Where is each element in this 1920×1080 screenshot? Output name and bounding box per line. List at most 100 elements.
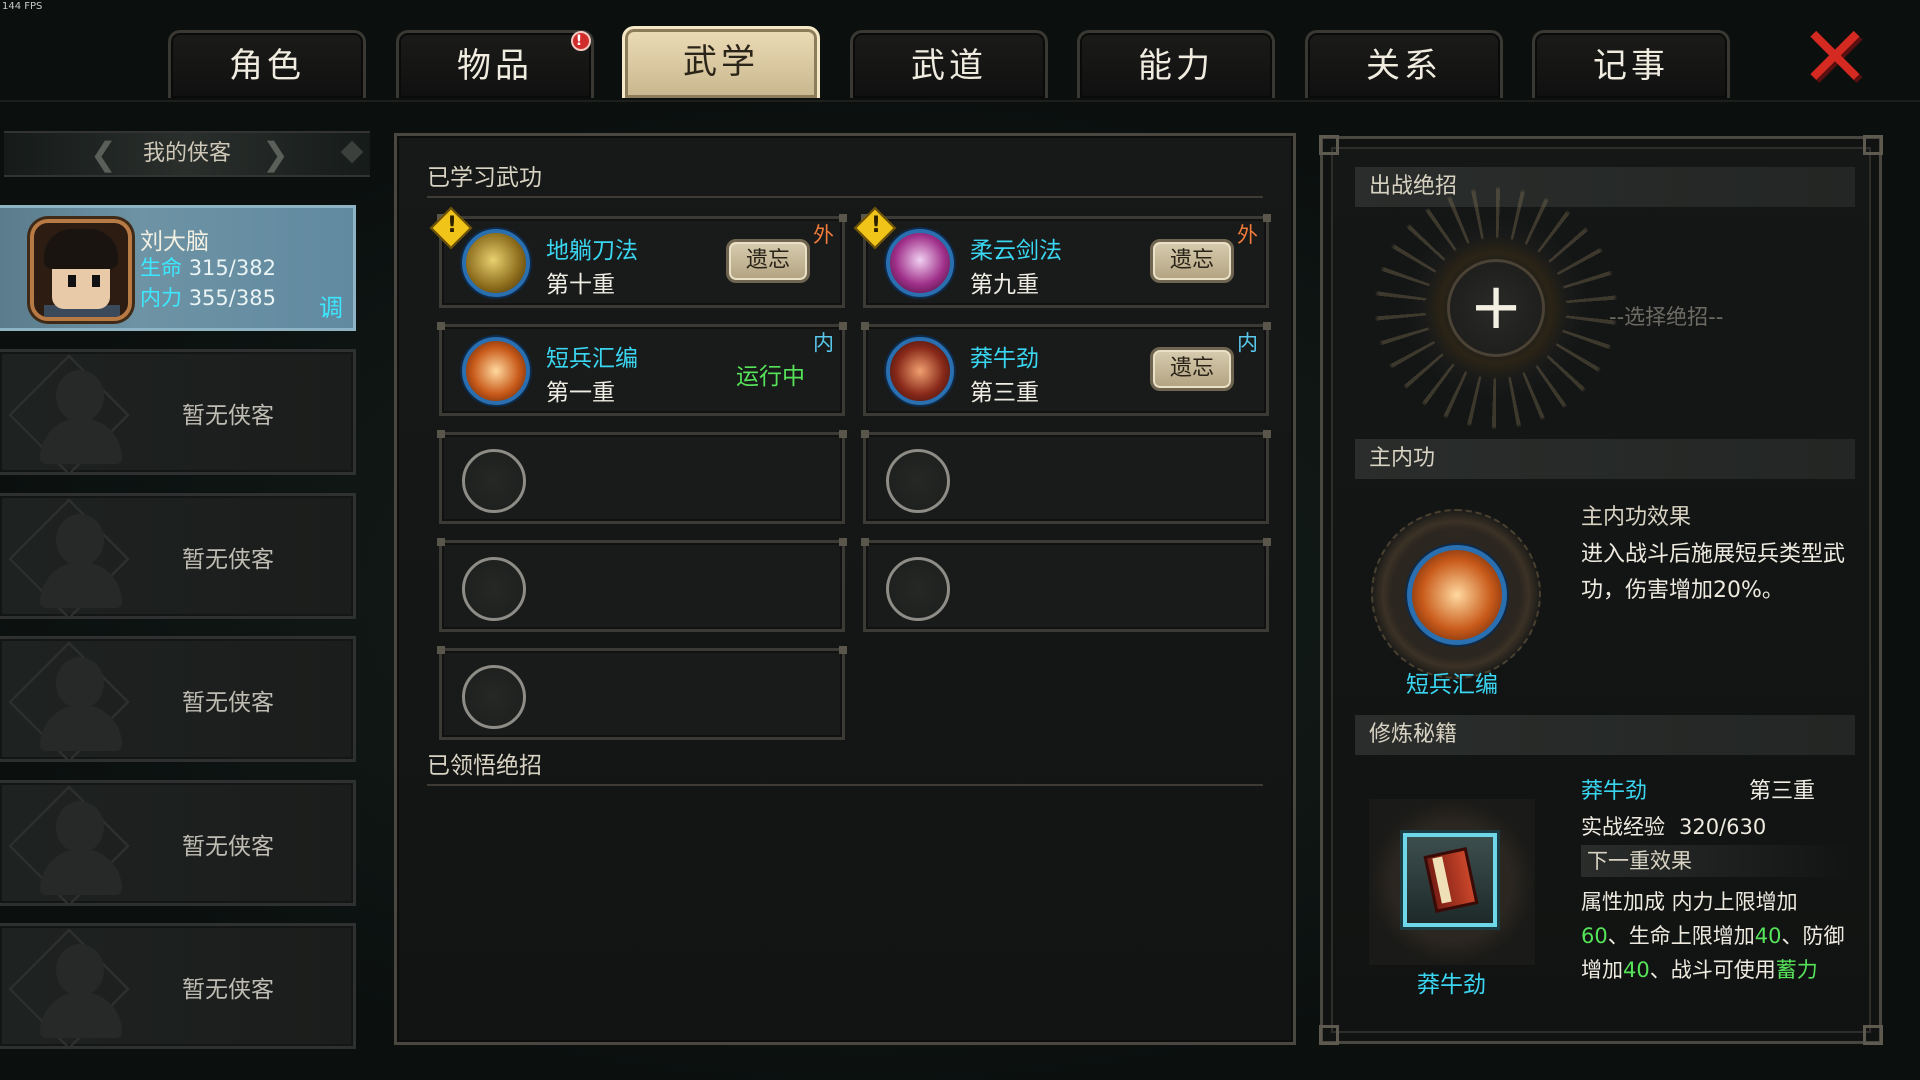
hero-tag: 调	[319, 294, 343, 322]
empty-skill-slot[interactable]	[437, 430, 847, 524]
skill-slot[interactable]: ! 地躺刀法 第十重 遗忘 外	[429, 206, 847, 308]
hero-portrait	[30, 219, 132, 321]
empty-slot-label: 暂无侠客	[182, 834, 274, 860]
tab-martial-path[interactable]: 武道	[850, 30, 1048, 98]
skill-name: 短兵汇编	[546, 346, 638, 372]
choose-ultimate-label[interactable]: --选择绝招--	[1609, 301, 1723, 331]
silhouette-icon	[56, 801, 104, 853]
effect-text: 属性加成 内力上限增加	[1581, 890, 1798, 914]
tab-divider	[0, 100, 1920, 102]
chevron-right-icon[interactable]: ❯	[262, 136, 289, 172]
next-level-effect: 属性加成 内力上限增加 60、生命上限增加40、防御增加40、战斗可使用蓄力	[1581, 885, 1857, 987]
empty-orb-icon	[462, 449, 526, 513]
learned-skills-panel: 已学习武功 ! 地躺刀法 第十重 遗忘 外 ! 柔云剑法 第九重 遗忘 外 短兵…	[394, 133, 1296, 1045]
skill-slot[interactable]: 短兵汇编 第一重 运行中 内	[437, 322, 847, 416]
plus-icon[interactable]: +	[1447, 259, 1545, 357]
tab-label: 能力	[1138, 46, 1214, 86]
forget-button[interactable]: 遗忘	[726, 239, 810, 283]
type-tag: 内	[1237, 331, 1258, 355]
type-tag: 内	[813, 331, 834, 355]
skill-slot[interactable]: ! 柔云剑法 第九重 遗忘 外	[853, 206, 1271, 308]
empty-slot-label: 暂无侠客	[182, 403, 274, 429]
mp-label: 内力	[140, 286, 182, 310]
empty-roster-slot[interactable]: 暂无侠客	[0, 780, 356, 907]
main-inner-header: 主内功	[1355, 439, 1855, 479]
ultimates-title: 已领悟绝招	[427, 753, 542, 779]
learned-title: 已学习武功	[427, 165, 542, 191]
detail-panel: 出战绝招 + --选择绝招-- 主内功 短兵汇编 主内功效果 进入战斗后施展短兵…	[1319, 135, 1883, 1045]
empty-skill-slot[interactable]	[437, 538, 847, 632]
hero-hp: 生命 315/382	[140, 252, 276, 282]
type-tag: 外	[813, 223, 834, 247]
ultimate-slot[interactable]: +	[1373, 185, 1619, 431]
skill-level: 第三重	[970, 380, 1039, 406]
skill-slot[interactable]: 莽牛劲 第三重 遗忘 内	[861, 322, 1271, 416]
skill-name: 柔云剑法	[970, 238, 1062, 264]
main-inner-emblem[interactable]	[1371, 509, 1541, 679]
close-icon[interactable]: ✕	[1796, 15, 1874, 99]
tab-items[interactable]: 物品!	[396, 30, 594, 98]
roster-header: ❮ 我的侠客 ❯	[4, 131, 370, 177]
next-level-header: 下一重效果	[1581, 845, 1855, 877]
effect-value: 蓄力	[1775, 958, 1818, 982]
bull-skill-icon	[886, 337, 954, 405]
tab-label: 记事	[1593, 46, 1669, 86]
notification-badge: !	[571, 31, 591, 51]
training-exp: 实战经验 320/630	[1581, 811, 1766, 841]
training-book-slot[interactable]	[1369, 799, 1535, 965]
empty-skill-slot[interactable]	[861, 430, 1271, 524]
effect-value: 40	[1754, 924, 1782, 948]
skill-name: 地躺刀法	[546, 238, 638, 264]
hero-card[interactable]: 刘大脑 生命 315/382 内力 355/385 调	[0, 205, 356, 331]
warning-mark: !	[871, 213, 882, 238]
effect-value: 60	[1581, 924, 1608, 948]
main-inner-name: 短兵汇编	[1406, 672, 1498, 698]
forget-button[interactable]: 遗忘	[1150, 239, 1234, 283]
empty-roster-slot[interactable]: 暂无侠客	[0, 923, 356, 1050]
hero-name: 刘大脑	[140, 229, 209, 255]
skill-level: 第九重	[970, 272, 1039, 298]
corner-ornament	[1863, 135, 1883, 155]
silhouette-icon	[56, 944, 104, 996]
silhouette-icon	[56, 514, 104, 566]
empty-roster-slot[interactable]: 暂无侠客	[0, 636, 356, 763]
forget-button[interactable]: 遗忘	[1150, 347, 1234, 391]
empty-skill-slot[interactable]	[861, 538, 1271, 632]
effect-text: 、战斗可使用	[1649, 958, 1776, 982]
training-header: 修炼秘籍	[1355, 715, 1855, 755]
empty-orb-icon	[886, 557, 950, 621]
hero-mp: 内力 355/385	[140, 282, 276, 312]
empty-roster-slot[interactable]: 暂无侠客	[0, 349, 356, 476]
empty-roster-slot[interactable]: 暂无侠客	[0, 493, 356, 620]
book-icon	[1403, 833, 1497, 927]
divider	[427, 784, 1263, 786]
empty-skill-slot[interactable]	[437, 646, 847, 740]
tab-label: 关系	[1366, 46, 1442, 86]
tab-journal[interactable]: 记事	[1532, 30, 1730, 98]
skill-name: 莽牛劲	[970, 346, 1039, 372]
empty-slot-label: 暂无侠客	[182, 690, 274, 716]
chevron-left-icon[interactable]: ❮	[90, 136, 117, 172]
sword-skill-icon	[886, 229, 954, 297]
training-book-name: 莽牛劲	[1417, 972, 1486, 998]
diamond-icon	[340, 140, 364, 164]
training-skill-name: 莽牛劲	[1581, 779, 1648, 804]
tab-label: 角色	[229, 46, 305, 86]
skill-level: 第一重	[546, 380, 615, 406]
corner-ornament	[1319, 135, 1339, 155]
short-weapon-skill-icon	[1407, 545, 1507, 645]
hp-label: 生命	[140, 256, 182, 280]
mp-value: 355/385	[188, 286, 276, 310]
tab-martial-arts[interactable]: 武学	[622, 26, 820, 98]
blade-skill-icon	[462, 229, 530, 297]
tab-relations[interactable]: 关系	[1305, 30, 1503, 98]
training-skill-level: 第三重	[1749, 779, 1816, 804]
tab-abilities[interactable]: 能力	[1077, 30, 1275, 98]
empty-slot-label: 暂无侠客	[182, 977, 274, 1003]
running-status: 运行中	[736, 364, 805, 390]
skill-level: 第十重	[546, 272, 615, 298]
silhouette-icon	[56, 657, 104, 709]
empty-orb-icon	[462, 557, 526, 621]
tab-character[interactable]: 角色	[168, 30, 366, 98]
warning-mark: !	[447, 213, 458, 238]
